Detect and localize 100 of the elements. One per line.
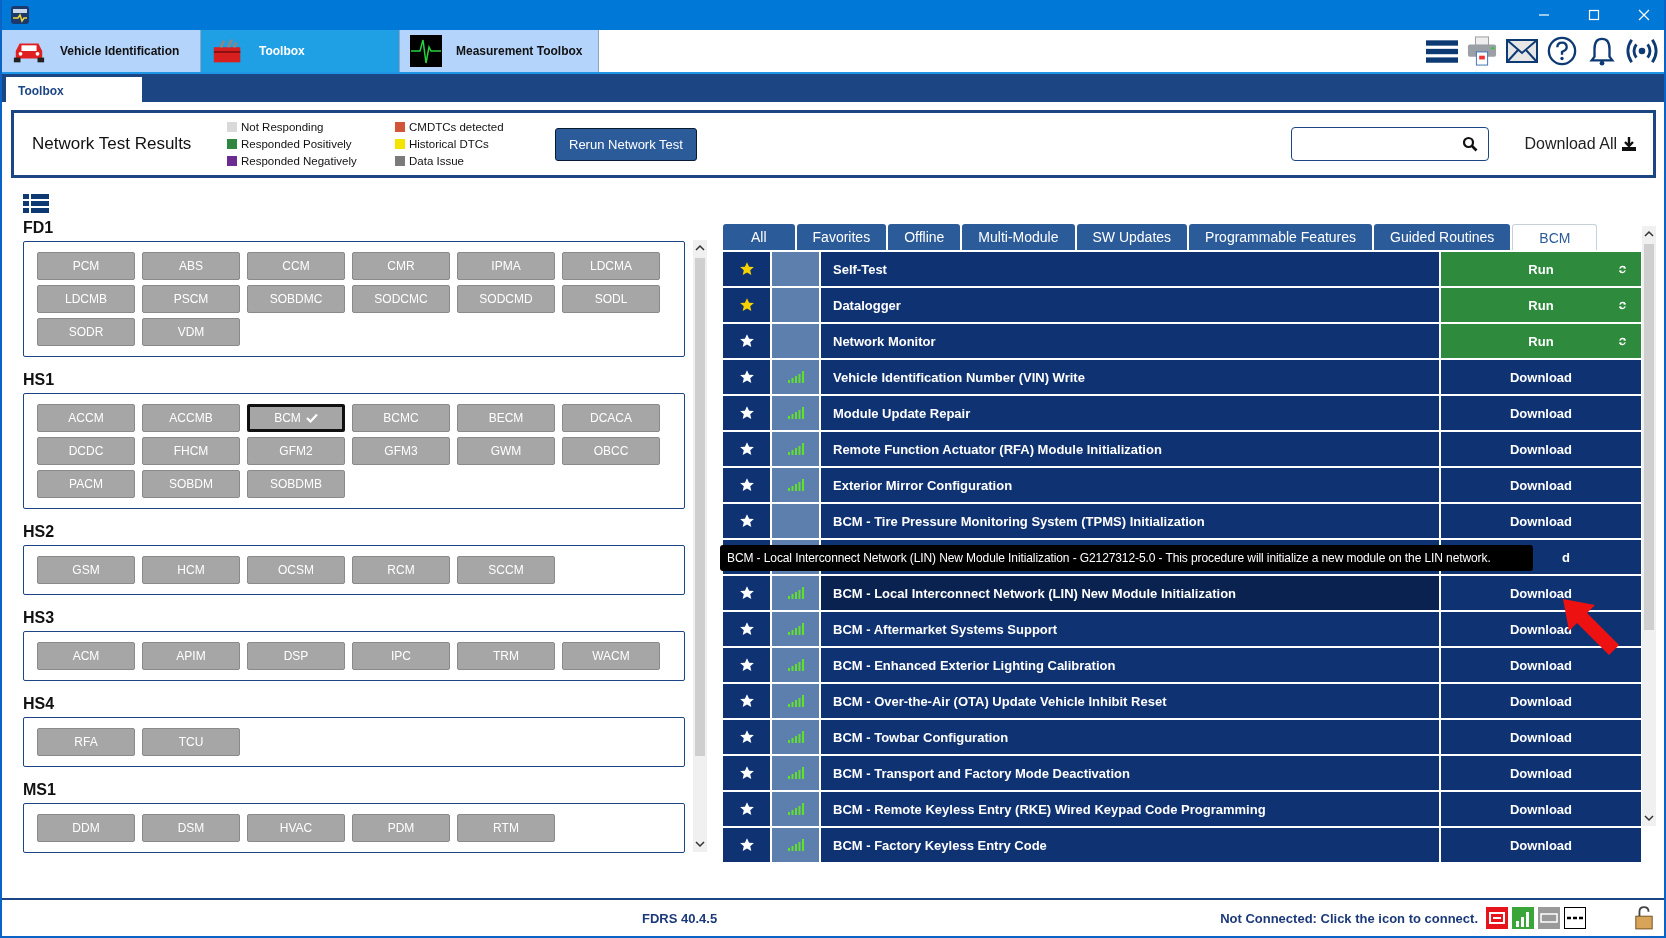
list-view-icon[interactable] bbox=[23, 194, 49, 214]
procedure-name[interactable]: BCM - Factory Keyless Entry Code bbox=[821, 828, 1439, 862]
module-button[interactable]: CMR bbox=[352, 252, 450, 280]
star-icon[interactable] bbox=[738, 513, 755, 529]
module-button[interactable]: HVAC bbox=[247, 814, 345, 842]
module-button[interactable]: FHCM bbox=[142, 437, 240, 465]
star-icon[interactable] bbox=[738, 801, 755, 817]
module-button[interactable]: SODL bbox=[562, 285, 660, 313]
module-button[interactable]: SOBDMB bbox=[247, 470, 345, 498]
download-button[interactable]: Download bbox=[1441, 828, 1641, 862]
download-button[interactable]: Download bbox=[1441, 792, 1641, 826]
download-button[interactable]: Download bbox=[1441, 504, 1641, 538]
module-button[interactable]: SODR bbox=[37, 318, 135, 346]
module-button[interactable]: LDCMA bbox=[562, 252, 660, 280]
procedure-tab[interactable]: Guided Routines bbox=[1374, 224, 1511, 250]
module-button[interactable]: GWM bbox=[457, 437, 555, 465]
rerun-button[interactable]: Rerun Network Test bbox=[555, 127, 697, 161]
procedure-name[interactable]: BCM - Transport and Factory Mode Deactivation bbox=[821, 756, 1439, 790]
mail-icon[interactable] bbox=[1506, 36, 1538, 66]
download-button[interactable]: Download bbox=[1441, 360, 1641, 394]
star-icon[interactable] bbox=[738, 585, 755, 601]
module-button[interactable]: PACM bbox=[37, 470, 135, 498]
download-button[interactable]: Download bbox=[1441, 432, 1641, 466]
scroll-down-icon[interactable] bbox=[695, 840, 706, 848]
module-button[interactable]: TCU bbox=[142, 728, 240, 756]
star-icon[interactable] bbox=[738, 657, 755, 673]
procedure-name[interactable]: BCM - Towbar Configuration bbox=[821, 720, 1439, 754]
module-button[interactable]: BECM bbox=[457, 404, 555, 432]
run-button[interactable]: Run bbox=[1441, 288, 1641, 322]
module-button[interactable]: SCCM bbox=[457, 556, 555, 584]
procedure-name[interactable]: BCM - Local Interconnect Network (LIN) New Module Initialization bbox=[821, 576, 1439, 610]
star-icon[interactable] bbox=[738, 369, 755, 385]
star-icon[interactable] bbox=[738, 333, 755, 349]
sub-tab[interactable]: Toolbox bbox=[6, 77, 142, 102]
module-button[interactable]: OCSM bbox=[247, 556, 345, 584]
download-button[interactable]: Download bbox=[1441, 648, 1641, 682]
procedure-name[interactable]: Self-Test bbox=[821, 252, 1439, 286]
star-icon[interactable] bbox=[738, 297, 755, 313]
module-button[interactable]: GSM bbox=[37, 556, 135, 584]
module-button[interactable]: ACCM bbox=[37, 404, 135, 432]
download-button[interactable]: Download bbox=[1441, 720, 1641, 754]
procedure-name[interactable]: BCM - Remote Keyless Entry (RKE) Wired Keypad Code Programming bbox=[821, 792, 1439, 826]
scrollbar[interactable] bbox=[693, 240, 707, 852]
procedure-tab[interactable]: Favorites bbox=[796, 224, 887, 250]
module-button[interactable]: ABS bbox=[142, 252, 240, 280]
scroll-down-icon[interactable] bbox=[1644, 814, 1654, 822]
scroll-up-icon[interactable] bbox=[695, 244, 706, 252]
wireless-icon[interactable] bbox=[1626, 36, 1658, 66]
download-all-button[interactable]: Download All bbox=[1524, 135, 1637, 153]
star-icon[interactable] bbox=[738, 261, 755, 277]
star-icon[interactable] bbox=[738, 765, 755, 781]
module-button[interactable]: WACM bbox=[562, 642, 660, 670]
procedure-name[interactable]: BCM - Aftermarket Systems Support bbox=[821, 612, 1439, 646]
app-tab[interactable]: Measurement Toolbox bbox=[400, 30, 599, 72]
module-button[interactable]: RCM bbox=[352, 556, 450, 584]
module-button[interactable]: SODCMD bbox=[457, 285, 555, 313]
download-button[interactable]: Download bbox=[1441, 756, 1641, 790]
app-tab[interactable]: Toolbox bbox=[201, 30, 400, 72]
procedure-tab[interactable]: Programmable Features bbox=[1189, 224, 1373, 250]
module-button[interactable]: APIM bbox=[142, 642, 240, 670]
procedure-name[interactable]: BCM - Tire Pressure Monitoring System (TPMS) Initialization bbox=[821, 504, 1439, 538]
module-button[interactable]: PSCM bbox=[142, 285, 240, 313]
module-button[interactable]: DSP bbox=[247, 642, 345, 670]
download-button[interactable]: Download bbox=[1441, 396, 1641, 430]
module-button[interactable]: PDM bbox=[352, 814, 450, 842]
lock-icon[interactable] bbox=[1634, 905, 1654, 931]
module-button[interactable]: VDM bbox=[142, 318, 240, 346]
star-icon[interactable] bbox=[738, 837, 755, 853]
printer-icon[interactable] bbox=[1466, 36, 1498, 66]
procedure-tab[interactable]: Offline bbox=[888, 224, 961, 250]
module-button[interactable]: SODCMC bbox=[352, 285, 450, 313]
scroll-up-icon[interactable] bbox=[1644, 230, 1654, 238]
module-button[interactable]: DDM bbox=[37, 814, 135, 842]
module-button[interactable]: ACM bbox=[37, 642, 135, 670]
dashes-icon[interactable] bbox=[1564, 907, 1586, 929]
procedure-name[interactable]: BCM - Over-the-Air (OTA) Update Vehicle Inhibit Reset bbox=[821, 684, 1439, 718]
app-tab[interactable]: Vehicle Identification bbox=[2, 30, 201, 72]
star-icon[interactable] bbox=[738, 729, 755, 745]
action-label[interactable]: d bbox=[1562, 549, 1570, 565]
close-icon[interactable] bbox=[1638, 9, 1650, 21]
search-field[interactable] bbox=[1290, 127, 1489, 161]
module-button[interactable]: OBCC bbox=[562, 437, 660, 465]
run-button[interactable]: Run bbox=[1441, 324, 1641, 358]
star-icon[interactable] bbox=[738, 621, 755, 637]
signal-icon[interactable] bbox=[1512, 907, 1534, 929]
procedure-name[interactable]: BCM - Enhanced Exterior Lighting Calibration bbox=[821, 648, 1439, 682]
procedure-tab[interactable]: SW Updates bbox=[1076, 224, 1188, 250]
module-button[interactable]: IPC bbox=[352, 642, 450, 670]
module-button[interactable]: RTM bbox=[457, 814, 555, 842]
module-button[interactable]: DCACA bbox=[562, 404, 660, 432]
procedure-name[interactable]: Network Monitor bbox=[821, 324, 1439, 358]
bell-icon[interactable] bbox=[1586, 36, 1618, 66]
procedure-name[interactable]: Module Update Repair bbox=[821, 396, 1439, 430]
module-button[interactable]: BCMC bbox=[352, 404, 450, 432]
module-button[interactable]: PCM bbox=[37, 252, 135, 280]
download-button[interactable]: Download bbox=[1441, 684, 1641, 718]
procedure-tab[interactable]: BCM bbox=[1512, 224, 1598, 250]
procedure-name[interactable]: Remote Function Actuator (RFA) Module Initialization bbox=[821, 432, 1439, 466]
scrollbar[interactable] bbox=[1642, 226, 1656, 826]
module-button[interactable]: DSM bbox=[142, 814, 240, 842]
